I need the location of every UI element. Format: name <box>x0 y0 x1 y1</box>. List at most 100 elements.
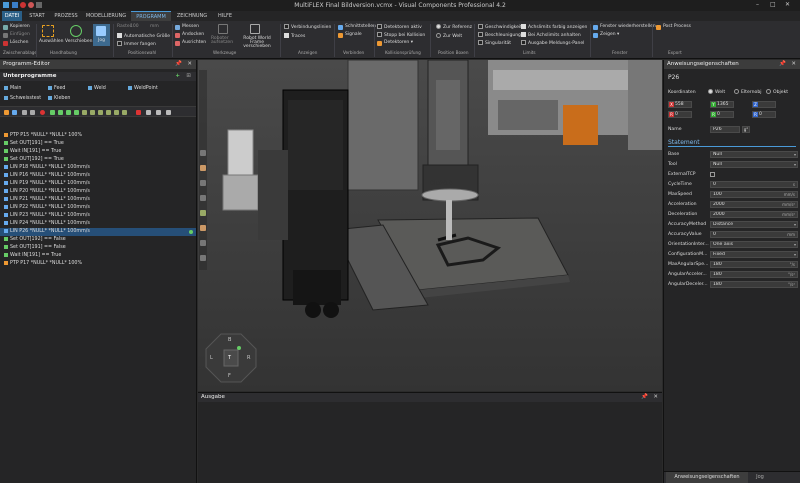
deceleration-field[interactable]: 2000 mm/s² <box>710 211 798 218</box>
program-line[interactable]: Set OUT[192] == True <box>4 156 64 164</box>
program-line[interactable]: PTP P15 *NULL* *NULL* 100% <box>4 132 82 140</box>
program-line[interactable]: Wait IN[191] == True <box>4 252 61 260</box>
coord-z-field[interactable]: Z <box>752 101 776 108</box>
nav-top[interactable]: T <box>228 355 231 361</box>
settings-icon[interactable] <box>166 110 171 115</box>
jog-button[interactable]: Jog <box>98 38 105 43</box>
delay-icon[interactable] <box>106 110 111 115</box>
accuracy-value-field[interactable]: 0 mm <box>710 231 798 238</box>
nav-left[interactable]: L <box>210 355 213 361</box>
view-tool-icon[interactable] <box>200 255 206 261</box>
close-icon[interactable]: ✕ <box>785 1 790 8</box>
view-tool-icon[interactable] <box>200 210 206 216</box>
tab-jog[interactable]: Jog <box>750 472 770 483</box>
wait-icon[interactable] <box>66 110 71 115</box>
add-subprogram-icon[interactable]: + <box>175 72 180 81</box>
comment-icon[interactable] <box>98 110 103 115</box>
object-radio[interactable]: Objekt <box>766 88 788 97</box>
3d-viewport[interactable]: CLOOS B L T R F <box>198 60 662 391</box>
angular-decel-field[interactable]: 180 °/s² <box>710 281 798 288</box>
view-tool-icon[interactable] <box>200 180 206 186</box>
view-tool-icon[interactable] <box>200 240 206 246</box>
program-line[interactable]: LIN P19 *NULL* *NULL* 100mm/s <box>4 180 90 188</box>
orientation-select[interactable]: One axis ▾ <box>710 241 798 248</box>
minimize-icon[interactable]: – <box>756 1 759 8</box>
subprogram-kleben[interactable]: Kleben <box>48 95 70 103</box>
program-line[interactable]: Set OUT[191] == False <box>4 244 66 252</box>
pin-icon[interactable]: 📌 <box>175 60 182 69</box>
restore-windows-button[interactable]: Fenster wiederherstellen <box>600 24 656 29</box>
speed-checkbox[interactable]: Geschwindigkeit <box>478 24 522 30</box>
output-pin-icon[interactable]: 📌 <box>641 393 648 402</box>
tab-hilfe[interactable]: HILFE <box>214 11 236 21</box>
subprogram-schweisstest[interactable]: Schweisstest <box>4 95 41 103</box>
program-line[interactable]: LIN P16 *NULL* *NULL* 100mm/s <box>4 172 90 180</box>
delete-button[interactable]: Löschen <box>10 40 28 45</box>
to-reference-radio[interactable]: Zur Referenz <box>436 24 472 30</box>
output-close-icon[interactable]: ✕ <box>653 393 658 402</box>
tab-modellierung[interactable]: MODELLIERUNG <box>84 11 128 21</box>
subprogram-weldpoint[interactable]: WeldPoint <box>128 85 158 93</box>
dock-button[interactable]: Andocken <box>182 32 204 37</box>
stop-at-axis-limits-checkbox[interactable]: Bei Achslimits anhalten <box>521 32 581 38</box>
post-process-button[interactable]: Post Process <box>663 24 691 29</box>
view-tool-icon[interactable] <box>200 165 206 171</box>
align-button[interactable]: Ausrichten <box>182 40 206 45</box>
lin-icon[interactable] <box>12 110 17 115</box>
external-tcp-checkbox[interactable] <box>710 172 715 177</box>
subprogram-main[interactable]: Main <box>4 85 21 93</box>
max-angular-speed-field[interactable]: 180 °/s <box>710 261 798 268</box>
io-in-icon[interactable] <box>50 110 55 115</box>
statement-b-icon[interactable] <box>30 110 35 115</box>
tab-datei[interactable]: DATEI <box>2 11 22 21</box>
axis-limits-colored-checkbox[interactable]: Achslimits farbig anzeigen <box>521 24 587 30</box>
props-close-icon[interactable]: ✕ <box>791 60 796 69</box>
detectors-active-checkbox[interactable]: Detektoren aktiv <box>377 24 422 30</box>
robot-world-button[interactable]: Robot World Frame verschieben <box>238 36 276 49</box>
export-icon[interactable] <box>156 110 161 115</box>
maxspeed-field[interactable]: 100 mm/s <box>710 191 798 198</box>
subprogram-menu-icon[interactable]: ⊞ <box>186 72 191 81</box>
program-line[interactable]: LIN P18 *NULL* *NULL* 100mm/s <box>4 164 90 172</box>
interfaces-button[interactable]: Schnittstellen <box>345 24 376 29</box>
record-icon[interactable] <box>40 110 45 115</box>
tab-prozess[interactable]: PROZESS <box>52 11 80 21</box>
program-line[interactable]: LIN P22 *NULL* *NULL* 100mm/s <box>4 204 90 212</box>
io-out-icon[interactable] <box>58 110 63 115</box>
coord-x-field[interactable]: X 558 <box>668 101 692 108</box>
coord-rx-field[interactable]: R0 <box>668 111 692 118</box>
program-line[interactable]: Set OUT[192] == False <box>4 236 66 244</box>
maximize-icon[interactable]: □ <box>770 1 776 8</box>
acceleration-checkbox[interactable]: Beschleunigung <box>478 32 521 38</box>
nav-right[interactable]: R <box>247 355 250 361</box>
configuration-select[interactable]: Fixed ▾ <box>710 251 798 258</box>
base-select[interactable]: Null ▾ <box>710 151 798 158</box>
view-tool-icon[interactable] <box>200 225 206 231</box>
halt-icon[interactable] <box>114 110 119 115</box>
world-radio[interactable]: Welt <box>708 88 725 97</box>
acceleration-field[interactable]: 2000 mm/s² <box>710 201 798 208</box>
subprogram-feed[interactable]: Feed <box>48 85 65 93</box>
tab-start[interactable]: START <box>26 11 48 21</box>
select-button[interactable]: Auswählen <box>39 39 63 44</box>
program-line-selected[interactable]: LIN P26 *NULL* *NULL* 100mm/s <box>0 228 196 236</box>
nav-back[interactable]: B <box>228 337 231 343</box>
angular-accel-field[interactable]: 180 °/s² <box>710 271 798 278</box>
program-line[interactable]: LIN P21 *NULL* *NULL* 100mm/s <box>4 196 90 204</box>
call-icon[interactable] <box>74 110 79 115</box>
props-pin-icon[interactable]: 📌 <box>779 60 786 69</box>
program-line[interactable]: LIN P20 *NULL* *NULL* 100mm/s <box>4 188 90 196</box>
traces-checkbox[interactable]: Traces <box>284 33 305 39</box>
robot-mount-button[interactable]: Roboter aufsetzen <box>211 36 235 45</box>
singularity-checkbox[interactable]: Singularität <box>478 40 511 46</box>
tab-programm[interactable]: PROGRAMM <box>131 11 171 21</box>
name-field[interactable]: P26 <box>710 126 740 133</box>
view-navigator[interactable]: B L T R F <box>204 332 258 384</box>
program-line[interactable]: PTP P17 *NULL* *NULL* 100% <box>4 260 82 268</box>
view-tool-icon[interactable] <box>200 195 206 201</box>
always-snap-checkbox[interactable]: Immer fangen <box>117 41 156 47</box>
signals-button[interactable]: Signale <box>345 32 362 37</box>
copy-button[interactable]: Kopieren <box>10 24 30 29</box>
stop-icon[interactable] <box>136 110 141 115</box>
stop-on-collision-checkbox[interactable]: Stopp bei Kollision <box>377 32 425 38</box>
